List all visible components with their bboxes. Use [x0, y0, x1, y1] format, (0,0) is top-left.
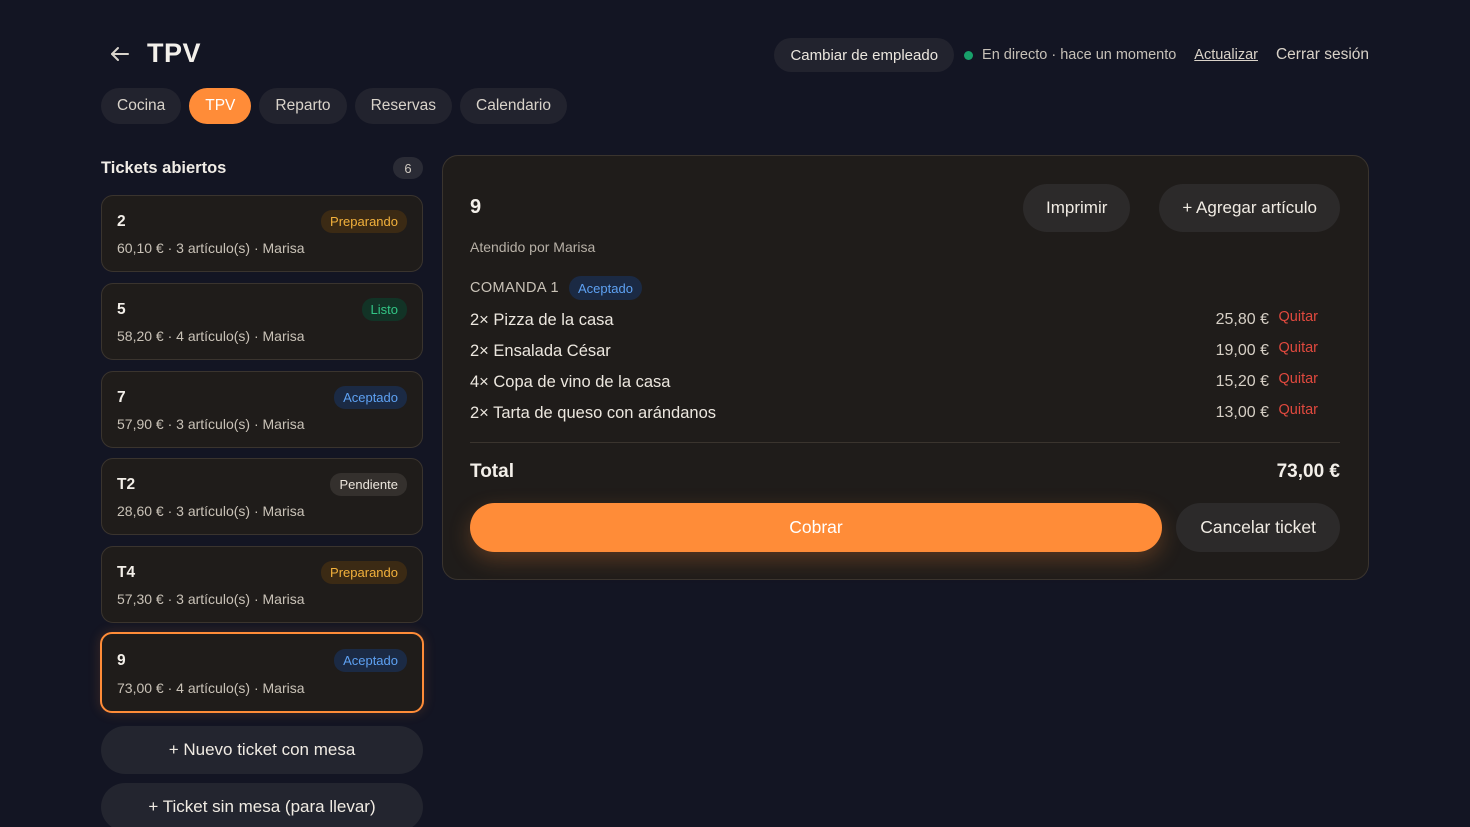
total-label: Total [470, 461, 514, 482]
logout-link[interactable]: Cerrar sesión [1276, 46, 1369, 64]
refresh-link[interactable]: Actualizar [1194, 47, 1258, 63]
tab-reparto[interactable]: Reparto [259, 88, 347, 124]
total-value: 73,00 € [1276, 461, 1340, 482]
ticket-meta: 57,30 € · 3 artículo(s) · Marisa [117, 591, 305, 607]
switch-employee-button[interactable]: Cambiar de empleado [774, 38, 955, 72]
ticket-card[interactable]: 5 Listo 58,20 € · 4 artículo(s) · Marisa [101, 283, 423, 360]
ticket-card[interactable]: T2 Pendiente 28,60 € · 3 artículo(s) · M… [101, 458, 423, 535]
ticket-meta: 28,60 € · 3 artículo(s) · Marisa [117, 503, 305, 519]
print-button[interactable]: Imprimir [1023, 184, 1131, 232]
ticket-number: T2 [117, 476, 136, 493]
live-status-dot-icon [964, 50, 974, 60]
order-status-badge: Aceptado [569, 276, 642, 300]
page-title: TPV [147, 38, 202, 68]
item-name: 4× Copa de vino de la casa [470, 373, 671, 391]
open-tickets-column: Tickets abiertos 6 2 Preparando 60,10 € … [100, 155, 424, 827]
list-item: 2× Tarta de queso con arándanos 13,00 € … [470, 400, 1340, 431]
ticket-meta: 60,10 € · 3 artículo(s) · Marisa [117, 240, 305, 256]
attended-by: Atendido por Marisa [470, 239, 596, 255]
order-header: COMANDA 1 Aceptado [470, 276, 642, 300]
section-tabs: Cocina TPV Reparto Reservas Calendario [101, 88, 567, 124]
ticket-card[interactable]: T4 Preparando 57,30 € · 3 artículo(s) · … [101, 546, 423, 623]
tab-cocina[interactable]: Cocina [101, 88, 182, 124]
remove-item-button[interactable]: Quitar [1279, 402, 1319, 418]
list-item: 2× Ensalada César 19,00 € Quitar [470, 338, 1340, 369]
ticket-number: 2 [117, 213, 126, 230]
item-name: 2× Ensalada César [470, 342, 611, 360]
live-status-text: En directo · hace un momento [982, 47, 1177, 63]
status-badge: Aceptado [334, 386, 407, 409]
ticket-card[interactable]: 2 Preparando 60,10 € · 3 artículo(s) · M… [101, 195, 423, 272]
open-tickets-header: Tickets abiertos 6 [101, 155, 423, 181]
item-price: 25,80 € [1215, 311, 1269, 328]
ticket-card-selected[interactable]: 9 Aceptado 73,00 € · 4 artículo(s) · Mar… [100, 632, 424, 713]
header-actions: Cambiar de empleado En directo · hace un… [774, 38, 1369, 72]
list-item: 2× Pizza de la casa 25,80 € Quitar [470, 307, 1340, 338]
remove-item-button[interactable]: Quitar [1279, 340, 1319, 356]
item-price: 15,20 € [1215, 373, 1269, 390]
divider [470, 442, 1340, 443]
status-badge: Preparando [321, 561, 407, 584]
pos-app: TPV Cambiar de empleado En directo · hac… [0, 0, 1470, 827]
remove-item-button[interactable]: Quitar [1279, 309, 1319, 325]
item-price: 13,00 € [1215, 404, 1269, 421]
takeaway-ticket-button[interactable]: + Ticket sin mesa (para llevar) [101, 783, 423, 827]
list-item: 4× Copa de vino de la casa 15,20 € Quita… [470, 369, 1340, 400]
ticket-meta: 73,00 € · 4 artículo(s) · Marisa [117, 680, 305, 696]
ticket-number: 5 [117, 301, 126, 318]
ticket-number: 9 [117, 652, 126, 669]
ticket-meta: 57,90 € · 3 artículo(s) · Marisa [117, 416, 305, 432]
order-items-list: 2× Pizza de la casa 25,80 € Quitar 2× En… [470, 307, 1340, 431]
ticket-number: T4 [117, 564, 136, 581]
remove-item-button[interactable]: Quitar [1279, 371, 1319, 387]
status-badge: Pendiente [330, 473, 407, 496]
tab-calendario[interactable]: Calendario [460, 88, 567, 124]
back-arrow-icon[interactable] [108, 42, 134, 68]
ticket-meta: 58,20 € · 4 artículo(s) · Marisa [117, 328, 305, 344]
order-label: COMANDA 1 [470, 280, 560, 296]
cancel-ticket-button[interactable]: Cancelar ticket [1176, 503, 1340, 552]
add-item-button[interactable]: + Agregar artículo [1159, 184, 1340, 232]
charge-button[interactable]: Cobrar [470, 503, 1162, 552]
tab-reservas[interactable]: Reservas [354, 88, 453, 124]
new-table-ticket-button[interactable]: + Nuevo ticket con mesa [101, 726, 423, 774]
item-price: 19,00 € [1215, 342, 1269, 359]
ticket-number: 7 [117, 389, 126, 406]
open-tickets-count-badge: 6 [393, 157, 423, 179]
open-tickets-title: Tickets abiertos [101, 158, 227, 177]
status-badge: Preparando [321, 210, 407, 233]
detail-ticket-number: 9 [470, 196, 482, 218]
status-badge: Listo [361, 298, 407, 321]
status-badge: Aceptado [334, 649, 407, 672]
item-name: 2× Pizza de la casa [470, 311, 614, 329]
item-name: 2× Tarta de queso con arándanos [470, 404, 717, 422]
ticket-detail-panel: 9 Atendido por Marisa Imprimir + Agregar… [442, 155, 1369, 580]
tab-tpv[interactable]: TPV [189, 88, 252, 124]
ticket-card[interactable]: 7 Aceptado 57,90 € · 3 artículo(s) · Mar… [101, 371, 423, 448]
